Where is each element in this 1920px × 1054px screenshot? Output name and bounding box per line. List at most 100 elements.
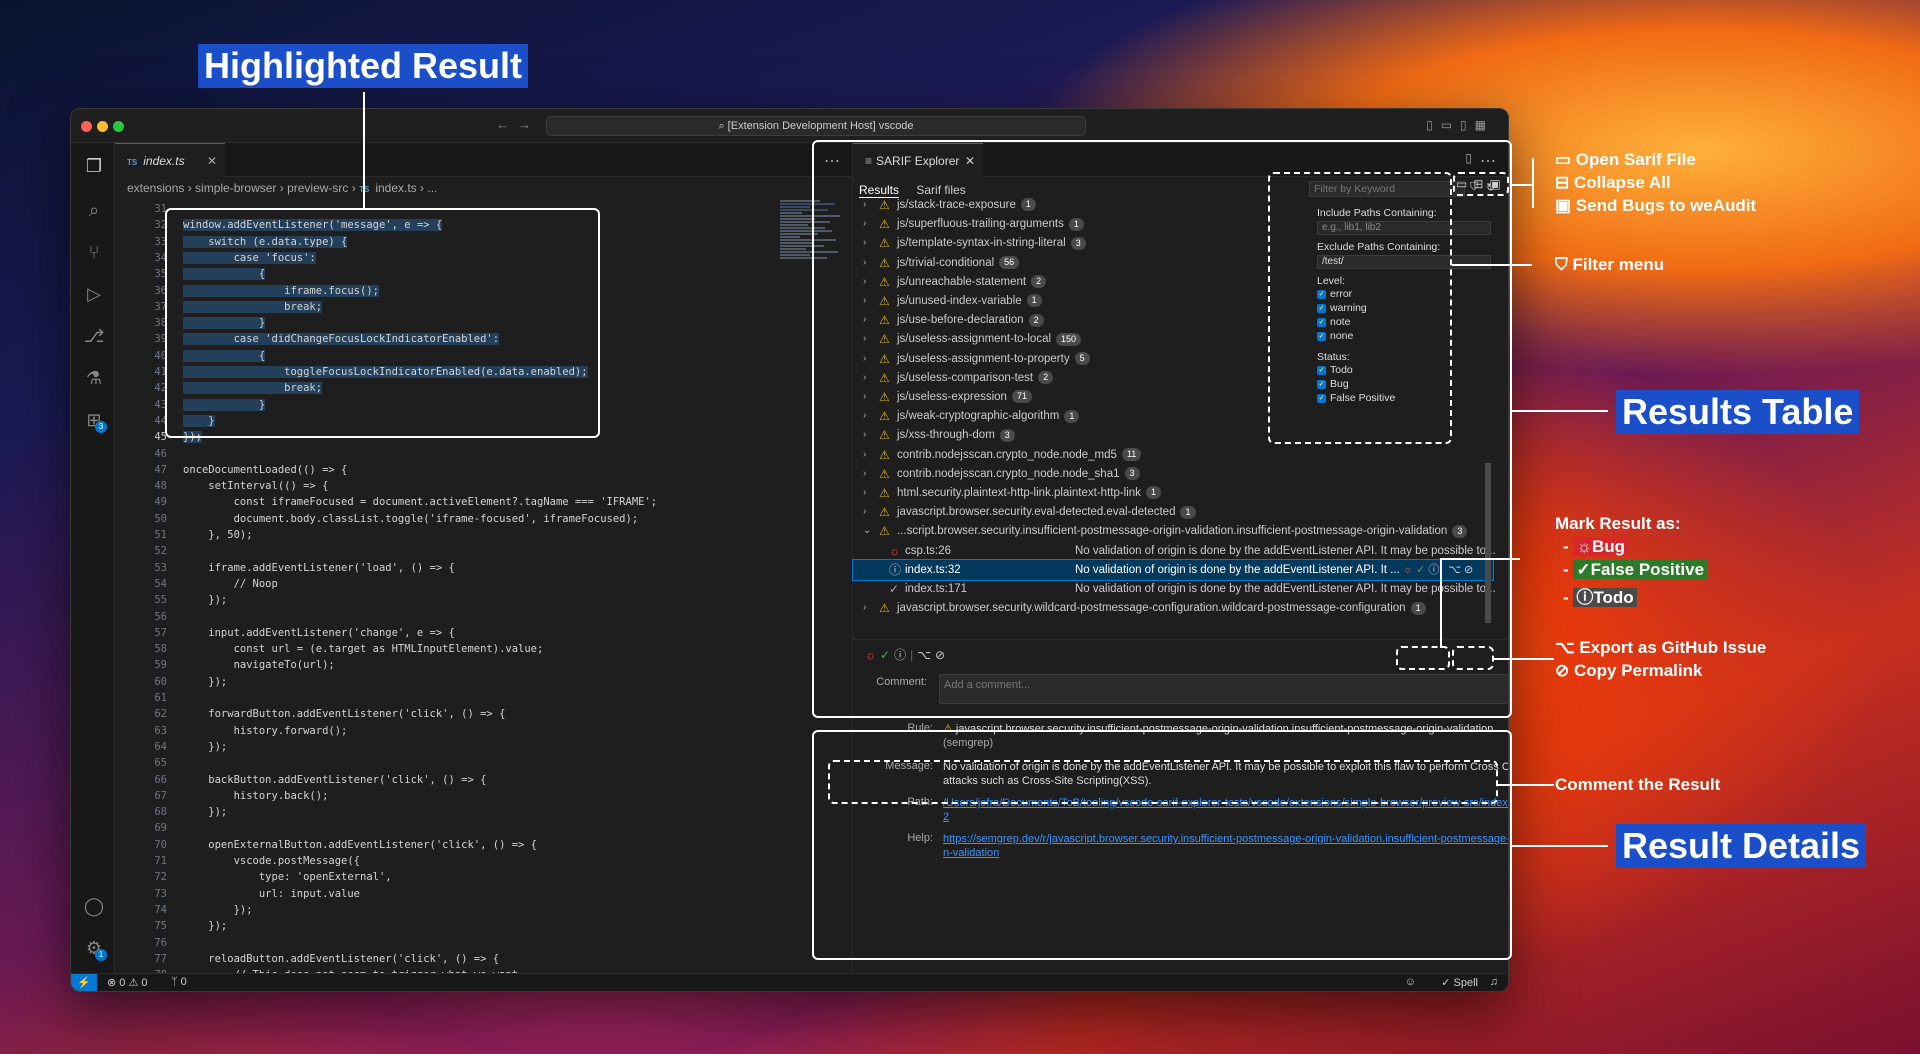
code-line[interactable]: document.body.classList.toggle('iframe-f… [183, 513, 639, 525]
annotation-filter-menu: ⛉ Filter menu [1555, 255, 1664, 275]
code-line[interactable]: }); [183, 594, 227, 606]
code-line[interactable]: const iframeFocused = document.activeEle… [183, 496, 658, 508]
remote-explorer-icon[interactable]: ⎇ [83, 325, 105, 347]
line-number: 45 [154, 431, 167, 444]
line-number: 50 [154, 512, 167, 525]
tab-index-ts[interactable]: TS index.ts ✕ [115, 143, 225, 177]
breadcrumb-item[interactable]: preview-src [287, 181, 348, 195]
status-bar: ⚡ ⊗ 0 ⚠ 0 ᛘ 0 ☺ ✓ Spell ♫ [71, 973, 1508, 991]
source-control-icon[interactable]: ⑂ [83, 241, 105, 263]
code-line[interactable]: input.addEventListener('change', e => { [183, 627, 455, 639]
remote-indicator-icon[interactable]: ⚡ [71, 974, 97, 991]
line-number: 73 [154, 887, 167, 900]
code-line[interactable]: }); [183, 676, 227, 688]
code-line[interactable]: const url = (e.target as HTMLInputElemen… [183, 643, 544, 655]
code-line[interactable]: openExternalButton.addEventListener('cli… [183, 839, 537, 851]
explorer-icon[interactable]: ❐ [83, 155, 105, 177]
annotation-line [1452, 264, 1532, 266]
bug-icon: ☼ [1576, 537, 1592, 556]
annotation-collapse-all: ⊟ Collapse All [1555, 173, 1671, 193]
line-number: 68 [154, 806, 167, 819]
line-number: 62 [154, 708, 167, 721]
code-line[interactable]: }, 50); [183, 529, 252, 541]
collapse-all-icon: ⊟ [1555, 173, 1574, 192]
extensions-badge: 3 [95, 421, 107, 433]
annotation-send-bugs: ▣ Send Bugs to weAudit [1555, 196, 1756, 216]
line-number: 71 [154, 855, 167, 867]
filter-icon: ⛉ [1555, 255, 1573, 274]
highlight-box-code [165, 208, 600, 438]
code-line[interactable]: // Noop [183, 578, 278, 590]
annotation-text: Copy Permalink [1573, 661, 1703, 680]
problems-count[interactable]: ⊗ 0 ⚠ 0 [107, 976, 147, 989]
layout-icons[interactable]: ▯▭▯▦ [1426, 118, 1494, 132]
activity-bar: ❐ ⌕ ⑂ ▷ ⎇ ⚗ ⊞ 3 ◯ ⚙ 1 [71, 143, 115, 975]
code-line[interactable]: vscode.postMessage({ [183, 855, 360, 867]
settings-gear-icon[interactable]: ⚙ 1 [83, 937, 107, 961]
export-buttons-frame [1452, 646, 1494, 670]
code-line[interactable]: backButton.addEventListener('click', () … [183, 774, 486, 786]
annotation-line [1498, 784, 1554, 786]
code-line[interactable]: navigateTo(url); [183, 659, 335, 671]
annotation-todo: - ⓘTodo [1563, 583, 1637, 608]
run-debug-icon[interactable]: ▷ [83, 283, 105, 305]
line-number: 32 [154, 219, 167, 232]
testing-icon[interactable]: ⚗ [83, 367, 105, 389]
line-number: 74 [154, 903, 167, 916]
account-icon[interactable]: ◯ [83, 895, 105, 917]
copilot-icon[interactable]: ☺ [1405, 976, 1416, 988]
code-line[interactable]: onceDocumentLoaded(() => { [183, 464, 347, 476]
line-number: 58 [154, 643, 167, 656]
line-number: 36 [154, 284, 167, 297]
line-number: 76 [154, 936, 167, 949]
breadcrumb-item[interactable]: index.ts [375, 181, 416, 195]
collapse-all-icon[interactable]: ⊟ [1473, 177, 1489, 191]
send-bugs-icon[interactable]: ▣ [1489, 177, 1506, 191]
editor-tabs: TS index.ts ✕ ⋯ [115, 143, 852, 177]
spell-check[interactable]: ✓ Spell [1441, 976, 1478, 989]
code-line[interactable]: setInterval(() => { [183, 480, 328, 492]
forward-arrow-icon[interactable]: → [518, 117, 531, 132]
annotation-line [1440, 558, 1442, 648]
close-tab-icon[interactable]: ✕ [207, 144, 217, 178]
code-line[interactable]: }); [183, 806, 227, 818]
extensions-icon[interactable]: ⊞ 3 [83, 409, 107, 433]
annotation-mark-result: Mark Result as: [1555, 514, 1681, 533]
line-number: 41 [154, 366, 167, 378]
code-line[interactable]: type: 'openExternal', [183, 871, 392, 883]
open-folder-icon[interactable]: ▭ [1456, 177, 1473, 191]
line-number: 77 [154, 952, 167, 965]
breadcrumb-item[interactable]: ... [427, 181, 437, 195]
code-line[interactable]: reloadButton.addEventListener('click', (… [183, 953, 499, 965]
code-line[interactable]: }); [183, 920, 227, 932]
notifications-bell-icon[interactable]: ♫ [1490, 976, 1498, 988]
ports-count[interactable]: ᛘ 0 [171, 976, 187, 988]
back-arrow-icon[interactable]: ← [496, 117, 509, 132]
line-number: 53 [154, 561, 167, 574]
check-icon: ✓ [1576, 560, 1591, 579]
command-center-search[interactable]: ⌕ [Extension Development Host] vscode [546, 116, 1086, 136]
code-line[interactable]: forwardButton.addEventListener('click', … [183, 708, 505, 720]
line-number: 57 [154, 626, 167, 639]
folder-icon: ▭ [1555, 150, 1576, 169]
code-line[interactable]: }); [183, 741, 227, 753]
maximize-window-button[interactable] [113, 121, 124, 132]
annotation-false-positive: - ✓False Positive [1563, 560, 1708, 580]
minimize-window-button[interactable] [97, 121, 108, 132]
close-window-button[interactable] [81, 121, 92, 132]
search-icon[interactable]: ⌕ [83, 199, 105, 221]
breadcrumb-item[interactable]: simple-browser [195, 181, 276, 195]
breadcrumb-item[interactable]: extensions [127, 181, 184, 195]
code-line[interactable]: history.forward(); [183, 725, 348, 737]
line-number: 60 [154, 675, 167, 688]
line-number: 40 [154, 349, 167, 362]
code-line[interactable]: iframe.addEventListener('load', () => { [183, 562, 455, 574]
annotation-line [1532, 158, 1534, 208]
code-line[interactable]: }); [183, 904, 253, 916]
code-line[interactable]: url: input.value [183, 888, 360, 900]
annotation-results-table: Results Table [1616, 390, 1860, 434]
annotation-export-issue: ⌥ Export as GitHub Issue [1555, 638, 1766, 658]
code-line[interactable]: history.back(); [183, 790, 329, 802]
line-number: 67 [154, 789, 167, 802]
line-number: 31 [154, 203, 167, 215]
